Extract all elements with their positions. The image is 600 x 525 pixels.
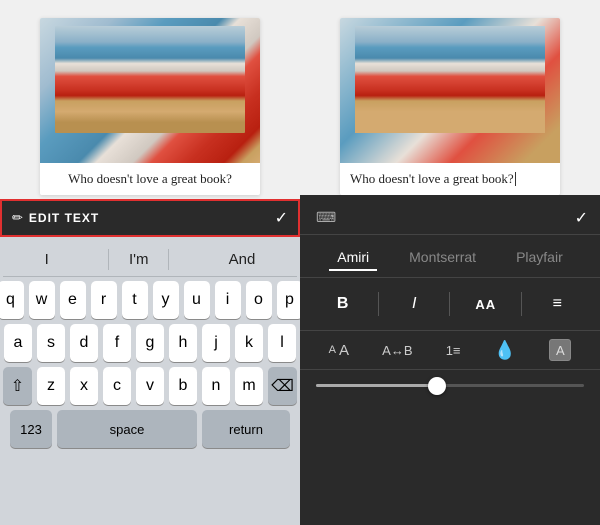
opacity-button[interactable]: 💧 bbox=[494, 340, 516, 361]
key-d[interactable]: d bbox=[70, 324, 98, 362]
key-k[interactable]: k bbox=[235, 324, 263, 362]
format-top-row: ⌨ ✓ bbox=[300, 201, 600, 235]
key-i[interactable]: i bbox=[215, 281, 241, 319]
letter-spacing-icon: A↔B bbox=[382, 343, 412, 358]
font-montserrat[interactable]: Montserrat bbox=[401, 245, 484, 271]
slider-fill bbox=[316, 384, 437, 387]
key-o[interactable]: o bbox=[246, 281, 272, 319]
checkmark-left[interactable]: ✓ bbox=[275, 208, 288, 228]
opacity-icon: 💧 bbox=[494, 340, 516, 361]
card-right: Who doesn't love a great book? bbox=[340, 18, 560, 195]
line-spacing-button[interactable]: 1≡ bbox=[446, 343, 461, 358]
key-r[interactable]: r bbox=[91, 281, 117, 319]
divider-1 bbox=[378, 292, 379, 316]
caption-right: Who doesn't love a great book? bbox=[340, 163, 560, 195]
key-t[interactable]: t bbox=[122, 281, 148, 319]
caps-button[interactable]: AA bbox=[468, 288, 504, 320]
italic-button[interactable]: I bbox=[396, 288, 432, 320]
key-g[interactable]: g bbox=[136, 324, 164, 362]
format-toolbar: ⌨ ✓ Amiri Montserrat Playfair B I AA ≡ A… bbox=[300, 195, 600, 525]
right-panel: Who doesn't love a great book? ⌨ ✓ Amiri… bbox=[300, 0, 600, 525]
font-size-icon: A bbox=[329, 344, 336, 356]
letter-spacing-button[interactable]: A↔B bbox=[382, 343, 412, 358]
key-c[interactable]: c bbox=[103, 367, 131, 405]
key-p[interactable]: p bbox=[277, 281, 303, 319]
book-image-left bbox=[40, 18, 260, 163]
format-options-row: A A A↔B 1≡ 💧 A bbox=[300, 331, 600, 370]
divider-3 bbox=[521, 292, 522, 316]
key-row-4: 123 space return bbox=[3, 410, 297, 448]
key-space[interactable]: space bbox=[57, 410, 197, 448]
key-backspace[interactable]: ⌫ bbox=[268, 367, 297, 405]
key-u[interactable]: u bbox=[184, 281, 210, 319]
suggestion-i[interactable]: I bbox=[37, 249, 57, 270]
key-m[interactable]: m bbox=[235, 367, 263, 405]
caption-right-text: Who doesn't love a great book? bbox=[350, 171, 514, 187]
checkmark-right[interactable]: ✓ bbox=[575, 208, 588, 228]
edit-text-label: EDIT TEXT bbox=[29, 211, 275, 225]
text-cursor bbox=[515, 172, 516, 186]
key-f[interactable]: f bbox=[103, 324, 131, 362]
word-suggestions: I I'm And bbox=[3, 243, 297, 277]
key-q[interactable]: q bbox=[0, 281, 24, 319]
key-n[interactable]: n bbox=[202, 367, 230, 405]
slider-row bbox=[300, 370, 600, 401]
suggestion-im[interactable]: I'm bbox=[108, 249, 170, 270]
key-row-1: q w e r t y u i o p bbox=[3, 281, 297, 319]
line-spacing-icon: 1≡ bbox=[446, 343, 461, 358]
divider-2 bbox=[449, 292, 450, 316]
key-j[interactable]: j bbox=[202, 324, 230, 362]
book-image-right bbox=[340, 18, 560, 163]
key-y[interactable]: y bbox=[153, 281, 179, 319]
key-h[interactable]: h bbox=[169, 324, 197, 362]
key-row-2: a s d f g h j k l bbox=[3, 324, 297, 362]
keyboard-icon[interactable]: ⌨ bbox=[312, 205, 340, 230]
caption-left: Who doesn't love a great book? bbox=[40, 163, 260, 195]
format-buttons-row: B I AA ≡ bbox=[300, 278, 600, 331]
bg-icon: A bbox=[549, 339, 571, 361]
bg-button[interactable]: A bbox=[549, 339, 571, 361]
keyboard: I I'm And q w e r t y u i o p a s d f g … bbox=[0, 237, 300, 525]
pencil-icon: ✏ bbox=[12, 210, 23, 226]
card-left: Who doesn't love a great book? bbox=[40, 18, 260, 195]
key-shift[interactable]: ⇧ bbox=[3, 367, 32, 405]
key-numbers[interactable]: 123 bbox=[10, 410, 52, 448]
key-w[interactable]: w bbox=[29, 281, 55, 319]
font-amiri[interactable]: Amiri bbox=[329, 245, 377, 271]
align-button[interactable]: ≡ bbox=[539, 288, 575, 320]
key-a[interactable]: a bbox=[4, 324, 32, 362]
suggestion-and[interactable]: And bbox=[221, 249, 264, 270]
left-panel: Who doesn't love a great book? ✏ EDIT TE… bbox=[0, 0, 300, 525]
key-l[interactable]: l bbox=[268, 324, 296, 362]
key-s[interactable]: s bbox=[37, 324, 65, 362]
font-size-button[interactable]: A A bbox=[329, 342, 349, 359]
key-x[interactable]: x bbox=[70, 367, 98, 405]
key-row-3: ⇧ z x c v b n m ⌫ bbox=[3, 367, 297, 405]
font-size-label: A bbox=[339, 342, 349, 359]
key-v[interactable]: v bbox=[136, 367, 164, 405]
key-z[interactable]: z bbox=[37, 367, 65, 405]
font-playfair[interactable]: Playfair bbox=[508, 245, 571, 271]
key-return[interactable]: return bbox=[202, 410, 290, 448]
key-e[interactable]: e bbox=[60, 281, 86, 319]
slider-thumb[interactable] bbox=[428, 377, 446, 395]
bold-button[interactable]: B bbox=[325, 288, 361, 320]
font-size-slider[interactable] bbox=[316, 384, 584, 387]
key-b[interactable]: b bbox=[169, 367, 197, 405]
font-row: Amiri Montserrat Playfair bbox=[300, 235, 600, 278]
edit-text-bar[interactable]: ✏ EDIT TEXT ✓ bbox=[0, 199, 300, 237]
